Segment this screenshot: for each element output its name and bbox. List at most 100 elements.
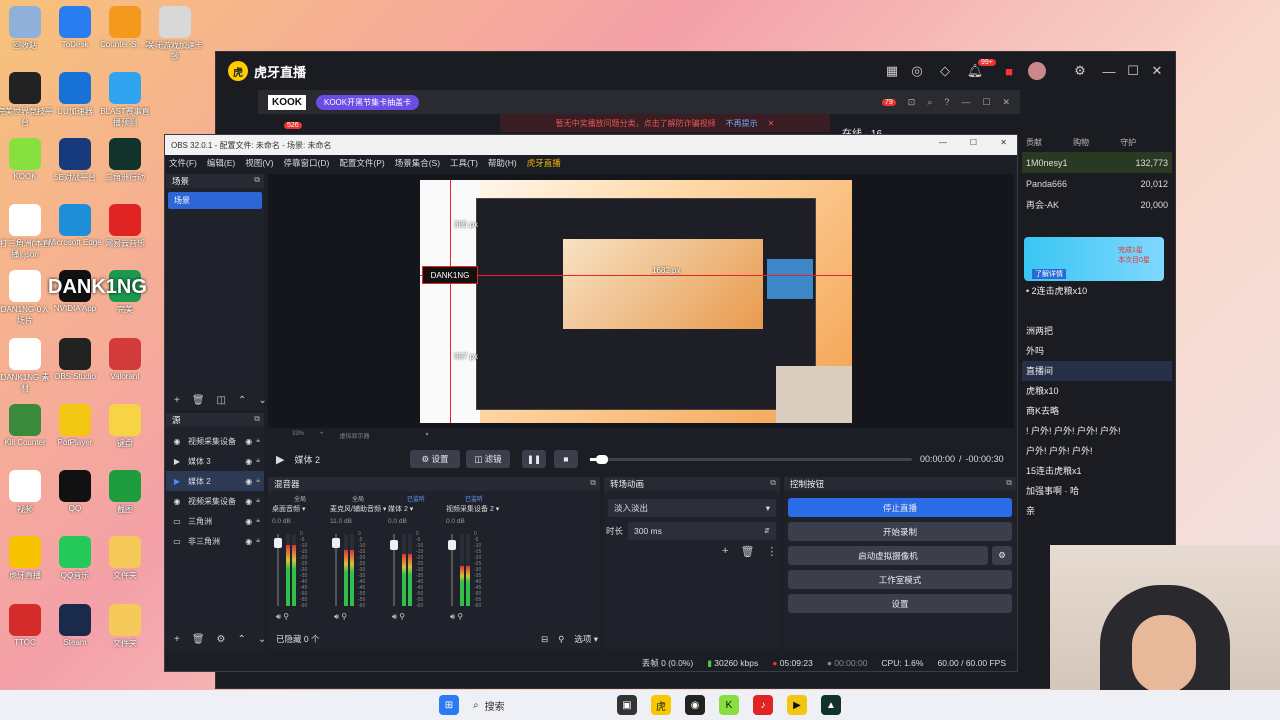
- lock-icon[interactable]: 🔒︎: [256, 537, 260, 545]
- coin-icon[interactable]: ◎: [908, 62, 926, 80]
- desktop-icon[interactable]: 虎牙直播: [0, 536, 53, 581]
- desktop-icon[interactable]: DANK1NG 素材: [0, 338, 53, 394]
- help-icon[interactable]: ?: [944, 97, 949, 107]
- desktop-icon[interactable]: 回收站: [0, 6, 53, 51]
- kook-taskbar-icon[interactable]: K: [719, 695, 739, 715]
- start-icon[interactable]: ⊞: [439, 695, 459, 715]
- desktop-icon[interactable]: QQ: [47, 470, 103, 513]
- tab-shopping[interactable]: 购物: [1073, 137, 1089, 148]
- transition-select[interactable]: 淡入淡出 ▾: [608, 499, 776, 517]
- play-icon[interactable]: ▶: [276, 453, 284, 466]
- start-record-button[interactable]: 开始录制: [788, 522, 1012, 541]
- maximize-icon[interactable]: ☐: [1124, 62, 1142, 80]
- desktop-icon[interactable]: Microsoft Edge: [47, 204, 103, 247]
- obs-close-icon[interactable]: ✕: [1000, 138, 1007, 147]
- trash-icon[interactable]: 🗑︎: [192, 395, 205, 406]
- desktop-icon[interactable]: QQ音乐: [47, 536, 103, 581]
- trash-icon[interactable]: 🗑︎: [192, 634, 205, 645]
- volume-handle[interactable]: [332, 538, 340, 548]
- chevron-down-icon[interactable]: ▾: [426, 431, 429, 440]
- obs-taskbar-icon[interactable]: ◉: [685, 695, 705, 715]
- desktop-icon[interactable]: Counter-S... 2: [97, 6, 153, 49]
- desktop-icon[interactable]: OBS Studio: [47, 338, 103, 381]
- volume-handle[interactable]: [274, 538, 282, 548]
- desktop-icon[interactable]: 截图: [97, 470, 153, 515]
- volume-handle[interactable]: [390, 540, 398, 550]
- desktop-icon[interactable]: Kill Counter: [0, 404, 53, 447]
- media-filters-button[interactable]: ◫ 滤镜: [465, 450, 510, 468]
- kook-maximize-icon[interactable]: ☐: [982, 97, 990, 108]
- duration-spinbox[interactable]: 300 ms ⇵: [628, 522, 776, 540]
- kook-promo-pill[interactable]: KOOK开黑节集卡抽盖卡: [316, 94, 420, 110]
- desktop-icon[interactable]: Steam: [47, 604, 103, 647]
- alert-close-icon[interactable]: ✕: [768, 119, 775, 128]
- more-icon[interactable]: ⋮: [766, 545, 777, 558]
- eye-icon[interactable]: ◉: [245, 477, 252, 486]
- down-icon[interactable]: ⌄: [258, 395, 266, 406]
- netease-taskbar-icon[interactable]: ♪: [753, 695, 773, 715]
- menu-item[interactable]: 帮助(H): [488, 157, 517, 169]
- potplayer-taskbar-icon[interactable]: ▶: [787, 695, 807, 715]
- promo-banner[interactable]: 完成1星 本次目0星 了解详情: [1024, 237, 1164, 281]
- eye-icon[interactable]: ◉: [245, 517, 252, 526]
- stop-stream-button[interactable]: 停止直播: [788, 498, 1012, 517]
- lock-icon[interactable]: 🔒︎: [256, 497, 260, 505]
- kook-minimize-icon[interactable]: —: [961, 97, 970, 107]
- desktop-icon[interactable]: 键盘: [97, 404, 153, 449]
- lock-icon[interactable]: 🔒︎: [256, 437, 260, 445]
- desktop-icon[interactable]: 文件夹: [97, 604, 153, 649]
- eye-icon[interactable]: ◉: [245, 437, 252, 446]
- media-seek-bar[interactable]: [589, 454, 912, 464]
- rank-row[interactable]: Panda666 20,012: [1022, 173, 1172, 194]
- filter-icon[interactable]: ◫: [217, 395, 226, 406]
- taskbar-search[interactable]: ⌕ 搜索: [473, 694, 603, 716]
- lock-icon[interactable]: 🔒︎: [256, 477, 260, 485]
- menu-item[interactable]: 虎牙直播: [527, 157, 561, 169]
- source-item[interactable]: ▶ 媒体 2 ◉ 🔒︎: [166, 471, 264, 491]
- obs-minimize-icon[interactable]: —: [939, 138, 947, 147]
- rank-row[interactable]: 1M0nesy1 132,773: [1022, 152, 1172, 173]
- studio-mode-button[interactable]: 工作室模式: [788, 570, 1012, 589]
- add-icon[interactable]: +: [174, 395, 180, 406]
- source-item[interactable]: ◉ 视频采集设备 ◉ 🔒︎: [166, 431, 264, 451]
- media-settings-button[interactable]: ⚙ 设置: [409, 450, 460, 468]
- kook-close-icon[interactable]: ✕: [1002, 97, 1010, 108]
- gift-icon[interactable]: ■: [1000, 62, 1018, 80]
- lock-icon[interactable]: 🔒︎: [256, 517, 260, 525]
- huya-taskbar-icon[interactable]: 虎: [651, 695, 671, 715]
- menu-item[interactable]: 配置文件(P): [339, 157, 384, 169]
- taskview-icon[interactable]: ▣: [617, 695, 637, 715]
- speaker-icon[interactable]: 🔊︎ ⚲: [276, 612, 289, 622]
- delta-taskbar-icon[interactable]: ▲: [821, 695, 841, 715]
- speaker-icon[interactable]: 🔊︎ ⚲: [392, 612, 405, 622]
- search-icon[interactable]: ⌕: [927, 97, 932, 108]
- desktop-icon[interactable]: 三角洲行动: [97, 138, 153, 183]
- preview-source-tag[interactable]: DANK1NG: [422, 266, 478, 284]
- lock-icon[interactable]: 🔒︎: [256, 457, 260, 465]
- tag-icon[interactable]: ◇: [936, 62, 954, 80]
- shop-icon[interactable]: ⊡: [908, 97, 916, 108]
- scene-item[interactable]: 场景: [168, 192, 262, 209]
- layout-icon[interactable]: ⊟: [541, 634, 548, 645]
- avatar[interactable]: [1028, 62, 1046, 80]
- gear-icon[interactable]: ⚙: [217, 634, 226, 645]
- up-icon[interactable]: ⌃: [238, 395, 246, 406]
- rank-row[interactable]: 再会-AK 20,000: [1022, 194, 1172, 215]
- close-icon[interactable]: ✕: [1148, 62, 1166, 80]
- volume-handle[interactable]: [448, 540, 456, 550]
- speaker-icon[interactable]: 🔊︎ ⚲: [334, 612, 347, 622]
- eye-icon[interactable]: ◉: [245, 457, 252, 466]
- desktop-icon[interactable]: PotPlayer: [47, 404, 103, 447]
- desktop-icon[interactable]: 文件夹: [97, 536, 153, 581]
- desktop-icon[interactable]: KOOK: [0, 138, 53, 181]
- source-item[interactable]: ◉ 视频采集设备 ◉ 🔒︎: [166, 491, 264, 511]
- mixer-options-button[interactable]: 选项 ▾: [574, 633, 598, 645]
- desktop-icon[interactable]: 5E对战平台: [47, 138, 103, 183]
- alert-dismiss-link[interactable]: 不再提示: [726, 118, 758, 129]
- add-icon[interactable]: +: [174, 634, 180, 645]
- eye-icon[interactable]: ◉: [245, 537, 252, 546]
- stop-button[interactable]: ■: [553, 450, 578, 468]
- desktop-icon[interactable]: 网易云音乐: [97, 204, 153, 249]
- desktop-icon[interactable]: 完美世界竞技平台: [0, 72, 53, 128]
- virtual-cam-gear-icon[interactable]: ⚙: [992, 546, 1012, 565]
